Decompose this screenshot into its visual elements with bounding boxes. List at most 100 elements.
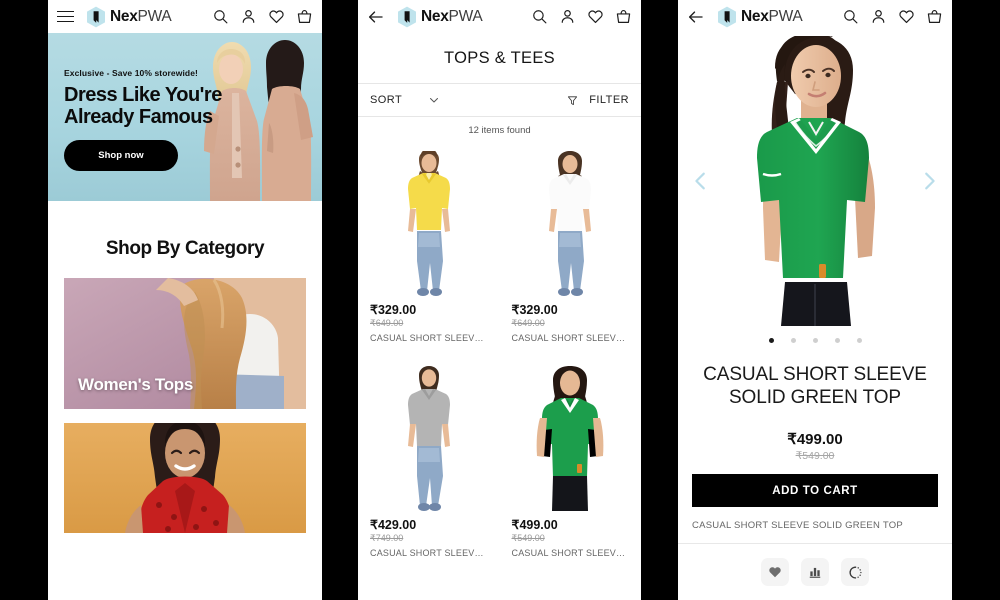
product-hero-image [678, 33, 952, 328]
category-label: Women's Tops [78, 375, 194, 394]
nexpwa-logo-icon [718, 6, 736, 27]
product-card[interactable]: ₹329.00 ₹649.00 CASUAL SHORT SLEEV… [500, 142, 642, 357]
compare-button[interactable] [801, 558, 829, 587]
carousel-dots [678, 328, 952, 347]
chevron-right-icon[interactable] [918, 170, 940, 192]
add-to-cart-button[interactable]: ADD TO CART [692, 474, 938, 508]
carousel-dot-3[interactable] [812, 338, 818, 343]
sort-control[interactable]: SORT [370, 94, 440, 106]
heart-icon[interactable] [587, 8, 604, 25]
category-card-womens-tops[interactable]: Women's Tops [64, 278, 306, 409]
product-name: CASUAL SHORT SLEEV… [370, 548, 484, 558]
product-price: ₹329.00 [511, 303, 558, 317]
app-bar-actions [212, 8, 313, 25]
product-price: ₹329.00 [370, 303, 417, 317]
product-name: CASUAL SHORT SLEEV… [370, 333, 484, 343]
account-icon[interactable] [559, 8, 576, 25]
brand-logo[interactable]: NexPWA [86, 6, 172, 28]
app-bar-plp: NexPWA [358, 0, 641, 33]
search-icon[interactable] [842, 8, 859, 25]
heart-filled-icon [769, 567, 781, 578]
basket-icon[interactable] [615, 8, 632, 25]
hero-title: Dress Like You're Already Famous [64, 84, 244, 129]
items-found-count: 12 items found [468, 125, 531, 136]
brand-logo[interactable]: NexPWA [717, 6, 803, 28]
product-photo-green-polo-large [756, 35, 875, 326]
product-price: ₹429.00 [370, 518, 417, 532]
product-image [511, 146, 629, 296]
product-photo-grey-top [407, 366, 450, 511]
product-price-old: ₹649.00 [370, 318, 404, 328]
carousel-dot-2[interactable] [790, 338, 796, 343]
product-subtitle: CASUAL SHORT SLEEVE SOLID GREEN TOP [678, 507, 952, 545]
back-arrow-icon[interactable] [367, 8, 385, 26]
funnel-icon [568, 95, 578, 105]
brand-name: NexPWA [741, 7, 803, 26]
hamburger-icon[interactable] [57, 10, 74, 23]
product-price-old: ₹649.00 [511, 318, 545, 328]
sort-label: SORT [370, 94, 403, 106]
hero-kicker: Exclusive - Save 10% storewide! [64, 68, 198, 78]
search-icon[interactable] [531, 8, 548, 25]
basket-icon[interactable] [296, 8, 313, 25]
brand-name-light: PWA [137, 7, 172, 25]
nexpwa-logo-icon [87, 6, 105, 27]
heart-icon[interactable] [268, 8, 285, 25]
heart-icon[interactable] [898, 8, 915, 25]
product-price: ₹499.00 [787, 431, 843, 449]
back-arrow-icon[interactable] [687, 8, 705, 26]
product-image [370, 146, 488, 296]
app-bar-pdp: NexPWA [678, 0, 952, 33]
product-card[interactable]: ₹329.00 ₹649.00 CASUAL SHORT SLEEV… [358, 142, 500, 357]
refresh-dotted-icon [848, 566, 862, 579]
app-bar-actions [531, 8, 632, 25]
brand-name-bold: Nex [741, 7, 769, 25]
product-price: ₹499.00 [511, 518, 558, 532]
product-list-panel: NexPWA TOPS & TEES SORT FILTER 12 items … [358, 0, 641, 600]
carousel-dot-1[interactable] [768, 338, 774, 343]
product-detail-panel: NexPWA CASUAL SHORT SLEEVE SOLID GREEN T… [678, 0, 952, 600]
carousel-dot-4[interactable] [834, 338, 840, 343]
hero-title-line-1: Dress Like You're [64, 84, 222, 106]
page-title: TOPS & TEES [358, 33, 641, 84]
compare-bars-icon [809, 568, 821, 579]
nexpwa-logo-icon [398, 6, 416, 27]
shop-by-category-title: Shop By Category [105, 238, 265, 259]
search-icon[interactable] [212, 8, 229, 25]
hero-banner[interactable]: Exclusive - Save 10% storewide! Dress Li… [48, 33, 322, 201]
account-icon[interactable] [870, 8, 887, 25]
brand-logo[interactable]: NexPWA [397, 6, 483, 28]
chevron-down-icon [430, 98, 439, 103]
category-image-second [64, 423, 306, 533]
product-photo-green-top [536, 366, 604, 511]
product-price-old: ₹549.00 [795, 450, 835, 463]
filter-control[interactable]: FILTER [567, 94, 629, 106]
chevron-left-icon[interactable] [690, 170, 712, 192]
shop-now-button[interactable]: Shop now [64, 139, 178, 171]
brand-name: NexPWA [110, 7, 172, 26]
product-photo-white-top [549, 151, 592, 296]
category-list: Women's Tops [48, 278, 322, 533]
brand-name: NexPWA [421, 7, 483, 26]
brand-name-bold: Nex [110, 7, 138, 25]
basket-icon[interactable] [926, 8, 943, 25]
product-image [511, 361, 629, 511]
product-image-carousel[interactable] [678, 33, 952, 328]
product-card[interactable]: ₹429.00 ₹749.00 CASUAL SHORT SLEEV… [358, 357, 500, 572]
screenshot-stage: NexPWA Exclusive - Save 10% storewide! D… [0, 0, 1000, 600]
product-photo-yellow-top [407, 151, 450, 296]
brand-name-light: PWA [768, 7, 803, 25]
category-card-second[interactable] [64, 423, 306, 533]
carousel-dot-5[interactable] [856, 338, 862, 343]
product-title: CASUAL SHORT SLEEVE SOLID GREEN TOP [703, 364, 927, 409]
product-card[interactable]: ₹499.00 ₹549.00 CASUAL SHORT SLEEV… [500, 357, 642, 572]
brand-name-bold: Nex [421, 7, 449, 25]
product-price-old: ₹549.00 [511, 533, 545, 543]
hero-copy: Exclusive - Save 10% storewide! Dress Li… [64, 68, 244, 171]
app-bar-home: NexPWA [48, 0, 322, 33]
refresh-button[interactable] [841, 558, 869, 587]
wishlist-button[interactable] [761, 558, 789, 587]
account-icon[interactable] [240, 8, 257, 25]
product-name: CASUAL SHORT SLEEV… [511, 548, 626, 558]
hero-title-line-2: Already Famous [64, 106, 213, 129]
